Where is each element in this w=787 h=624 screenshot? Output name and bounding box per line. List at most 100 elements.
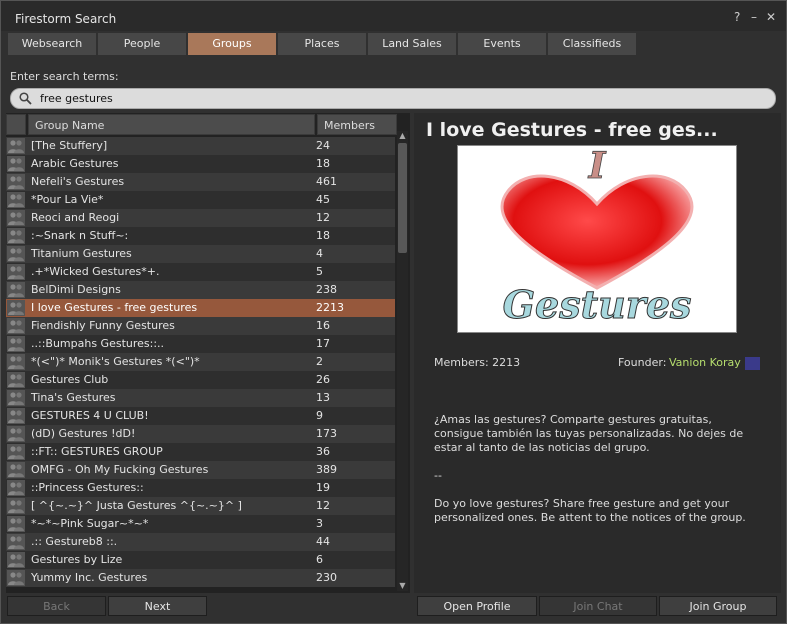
- group-name-cell: Nefeli's Gestures: [31, 175, 125, 188]
- table-row[interactable]: ::FT:: GESTURES GROUP 36: [6, 443, 395, 461]
- tab-websearch[interactable]: Websearch: [8, 33, 96, 55]
- table-row[interactable]: *~*~Pink Sugar~*~* 3: [6, 515, 395, 533]
- members-cell: 238: [316, 283, 337, 296]
- search-label: Enter search terms:: [10, 70, 119, 83]
- group-icon: [7, 156, 25, 172]
- founder-profile-icon[interactable]: [745, 357, 760, 370]
- join-chat-button[interactable]: Join Chat: [539, 596, 657, 616]
- tab-events[interactable]: Events: [458, 33, 546, 55]
- group-icon: [7, 498, 25, 514]
- results-panel: Group Name Members [The Stuffery] 24 Arabi…: [6, 113, 410, 593]
- table-row[interactable]: OMFG - Oh My Fucking Gestures 389: [6, 461, 395, 479]
- table-row[interactable]: I love Gestures - free gestures 2213: [6, 299, 395, 317]
- members-cell: 45: [316, 193, 330, 206]
- title-bar[interactable]: Firestorm Search ? – ✕: [1, 1, 786, 31]
- group-name-cell: *(<")* Monik's Gestures *(<")*: [31, 355, 200, 368]
- scroll-down-icon[interactable]: ▼: [397, 581, 408, 591]
- group-name-cell: (dD) Gestures !dD!: [31, 427, 136, 440]
- group-name-cell: I love Gestures - free gestures: [31, 301, 198, 314]
- tab-places[interactable]: Places: [278, 33, 366, 55]
- table-row[interactable]: [The Stuffery] 24: [6, 137, 395, 155]
- description-spanish: ¿Amas las gestures? Comparte gestures gr…: [434, 413, 744, 454]
- group-icon: [7, 390, 25, 406]
- table-row[interactable]: Gestures Club 26: [6, 371, 395, 389]
- group-title: I love Gestures - free ges...: [426, 119, 718, 141]
- table-row[interactable]: BelDimi Designs 238: [6, 281, 395, 299]
- group-name-cell: *~*~Pink Sugar~*~*: [31, 517, 149, 530]
- description-english: Do yo love gestures? Share free gesture …: [434, 497, 746, 524]
- table-row[interactable]: GESTURES 4 U CLUB! 9: [6, 407, 395, 425]
- table-row[interactable]: Tina's Gestures 13: [6, 389, 395, 407]
- table-row[interactable]: *(<")* Monik's Gestures *(<")* 2: [6, 353, 395, 371]
- table-row[interactable]: Yummy Inc. Gestures 230: [6, 569, 395, 587]
- members-cell: 26: [316, 373, 330, 386]
- group-icon: [7, 372, 25, 388]
- scrollbar-thumb[interactable]: [398, 143, 407, 253]
- tab-land-sales[interactable]: Land Sales: [368, 33, 456, 55]
- members-cell: 5: [316, 265, 323, 278]
- group-name-cell: Tina's Gestures: [31, 391, 116, 404]
- column-header-icon: [6, 114, 26, 135]
- open-profile-button[interactable]: Open Profile: [417, 596, 537, 616]
- table-row[interactable]: Titanium Gestures 4: [6, 245, 395, 263]
- table-row[interactable]: :~Snark n Stuff~: 18: [6, 227, 395, 245]
- table-row[interactable]: ::Princess Gestures:: 19: [6, 479, 395, 497]
- next-button[interactable]: Next: [108, 596, 207, 616]
- results-scrollbar[interactable]: ▲ ▼: [397, 131, 408, 591]
- members-cell: 12: [316, 499, 330, 512]
- group-description: ¿Amas las gestures? Comparte gestures gr…: [434, 413, 754, 525]
- tab-people[interactable]: People: [98, 33, 186, 55]
- group-name-cell: Yummy Inc. Gestures: [31, 571, 148, 584]
- search-input[interactable]: free gestures: [10, 88, 776, 109]
- back-button[interactable]: Back: [7, 596, 106, 616]
- table-row[interactable]: *Pour La Vie* 45: [6, 191, 395, 209]
- group-name-cell: GESTURES 4 U CLUB!: [31, 409, 149, 422]
- group-name-cell: Fiendishly Funny Gestures: [31, 319, 175, 332]
- founder-label: Founder:: [618, 356, 667, 369]
- members-cell: 6: [316, 553, 323, 566]
- group-icon: [7, 354, 25, 370]
- members-cell: 16: [316, 319, 330, 332]
- group-details-panel: I love Gestures - free ges... I Gestures…: [414, 113, 781, 593]
- group-icon: [7, 534, 25, 550]
- table-row[interactable]: Reoci and Reogi 12: [6, 209, 395, 227]
- scroll-up-icon[interactable]: ▲: [397, 131, 408, 141]
- table-row[interactable]: Arabic Gestures 18: [6, 155, 395, 173]
- column-header-members[interactable]: Members: [317, 114, 397, 135]
- tab-groups[interactable]: Groups: [188, 33, 276, 55]
- group-name-cell: :~Snark n Stuff~:: [31, 229, 129, 242]
- members-count: Members: 2213: [434, 356, 521, 369]
- group-icon: [7, 246, 25, 262]
- members-cell: 3: [316, 517, 323, 530]
- help-icon[interactable]: ?: [734, 10, 740, 24]
- members-cell: 18: [316, 229, 330, 242]
- table-row[interactable]: (dD) Gestures !dD! 173: [6, 425, 395, 443]
- group-name-cell: Reoci and Reogi: [31, 211, 120, 224]
- table-row[interactable]: ..::Bumpahs Gestures::.. 17: [6, 335, 395, 353]
- founder-link[interactable]: Vanion Koray: [669, 356, 741, 369]
- group-icon: [7, 264, 25, 280]
- group-icon: [7, 462, 25, 478]
- minimize-icon[interactable]: –: [751, 10, 757, 24]
- group-name-cell: OMFG - Oh My Fucking Gestures: [31, 463, 209, 476]
- column-header-group-name[interactable]: Group Name: [28, 114, 315, 135]
- table-row[interactable]: Fiendishly Funny Gestures 16: [6, 317, 395, 335]
- group-icon: [7, 210, 25, 226]
- group-icon: [7, 552, 25, 568]
- table-row[interactable]: .+*Wicked Gestures*+. 5: [6, 263, 395, 281]
- table-row[interactable]: [ ^{~.~}^ Justa Gestures ^{~.~}^ ] 12: [6, 497, 395, 515]
- table-row[interactable]: Gestures by Lize 6: [6, 551, 395, 569]
- table-row[interactable]: .:: Gestureb8 ::. 44: [6, 533, 395, 551]
- search-icon: [19, 92, 32, 105]
- join-group-button[interactable]: Join Group: [659, 596, 777, 616]
- close-icon[interactable]: ✕: [766, 10, 776, 24]
- group-icon: [7, 408, 25, 424]
- description-separator: --: [434, 469, 442, 482]
- group-icon: [7, 426, 25, 442]
- image-text-i: I: [588, 146, 607, 187]
- table-row[interactable]: Nefeli's Gestures 461: [6, 173, 395, 191]
- tab-classifieds[interactable]: Classifieds: [548, 33, 636, 55]
- group-name-cell: Gestures by Lize: [31, 553, 123, 566]
- group-name-cell: *Pour La Vie*: [31, 193, 104, 206]
- group-icon: [7, 336, 25, 352]
